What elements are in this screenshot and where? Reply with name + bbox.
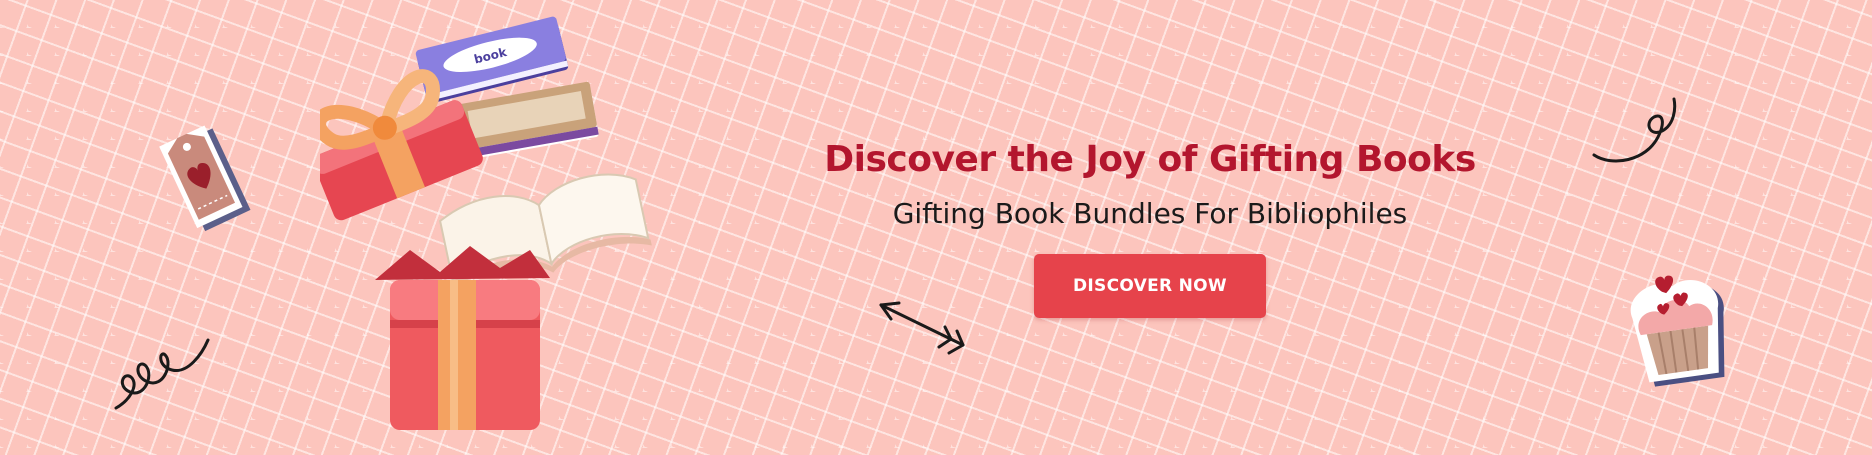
promo-banner[interactable]: book Discover the Joy of Gifting Books G… [0,0,1872,455]
swirl-doodle-icon [1592,97,1677,163]
page-title: Discover the Joy of Gifting Books [824,139,1476,180]
cupcake-sticker-icon [1630,275,1725,387]
discover-now-button[interactable]: DISCOVER NOW [1034,254,1266,318]
squiggle-doodle-icon [114,338,210,410]
page-subtitle: Gifting Book Bundles For Bibliophiles [892,197,1408,230]
gift-tag-sticker-icon [159,125,251,232]
gift-box-with-books-illustration: book [320,16,652,430]
hero-copy: Discover the Joy of Gifting Books Giftin… [770,128,1530,318]
